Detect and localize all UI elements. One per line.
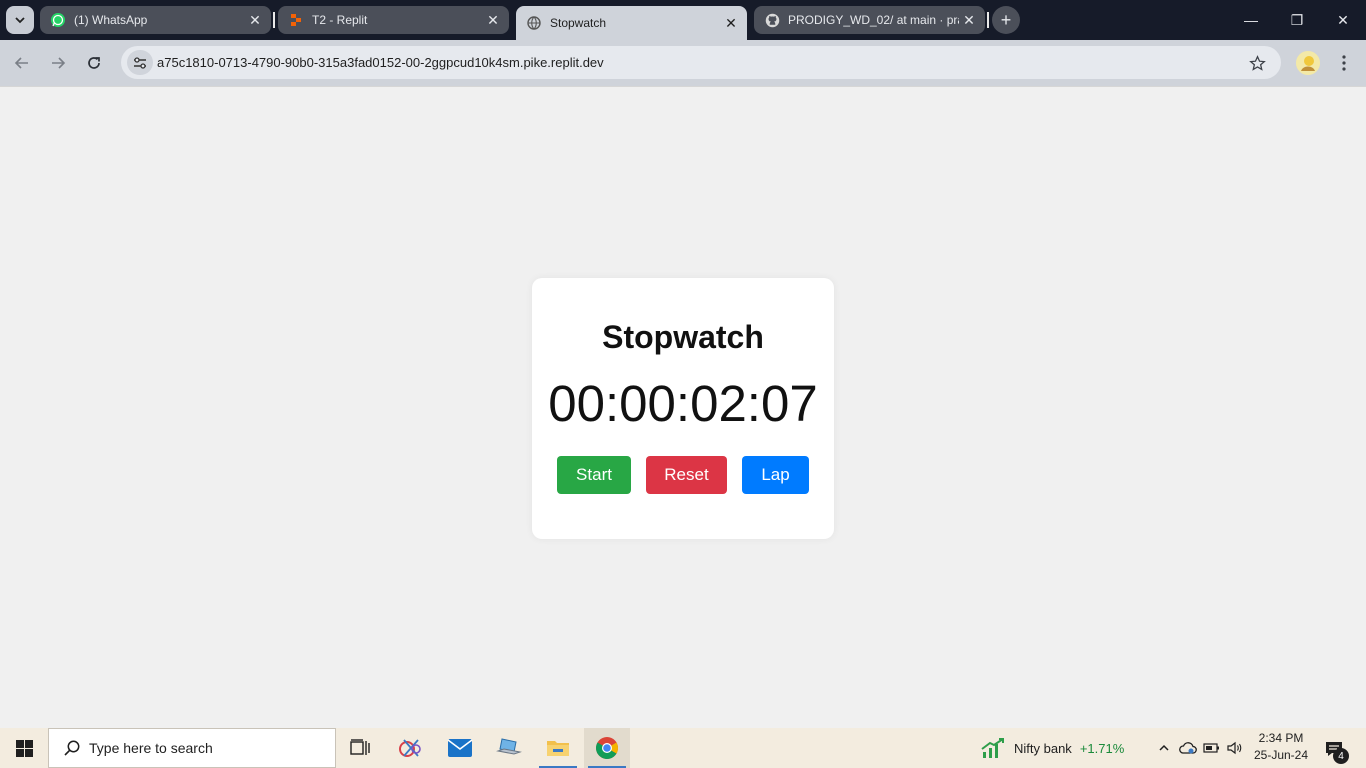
close-icon: ✕ xyxy=(1337,11,1349,28)
taskbar-app-file-explorer[interactable] xyxy=(535,728,581,768)
taskbar-app-laptop[interactable] xyxy=(486,728,532,768)
chevron-down-icon xyxy=(15,17,25,24)
star-icon xyxy=(1248,54,1266,71)
close-tab-icon[interactable]: ✕ xyxy=(245,10,265,30)
start-button[interactable]: Start xyxy=(557,456,631,494)
task-view-button[interactable] xyxy=(337,728,383,768)
search-icon xyxy=(61,737,83,759)
task-view-icon xyxy=(350,739,370,755)
tab-title: Stopwatch xyxy=(550,16,607,30)
battery-icon[interactable] xyxy=(1202,738,1222,758)
laptop-icon xyxy=(496,738,522,755)
restore-icon: ❐ xyxy=(1290,11,1304,28)
tab-whatsapp[interactable]: (1) WhatsApp ✕ xyxy=(40,6,271,34)
github-icon xyxy=(764,12,780,28)
reset-button[interactable]: Reset xyxy=(646,456,727,494)
restore-button[interactable]: ❐ xyxy=(1274,0,1320,40)
reload-button[interactable] xyxy=(80,49,108,77)
taskbar-clock[interactable]: 2:34 PM 25-Jun-24 xyxy=(1248,730,1314,766)
close-tab-icon[interactable]: ✕ xyxy=(483,10,503,30)
url-text[interactable]: a75c1810-0713-4790-90b0-315a3fad0152-00-… xyxy=(157,55,604,70)
new-tab-button[interactable]: + xyxy=(992,6,1020,34)
taskbar: Type here to search Nifty bank +1.71% 2:… xyxy=(0,728,1366,768)
reload-icon xyxy=(88,57,100,69)
tab-replit[interactable]: T2 - Replit ✕ xyxy=(278,6,509,34)
forward-button[interactable] xyxy=(44,49,72,77)
close-window-button[interactable]: ✕ xyxy=(1320,0,1366,40)
tab-title: T2 - Replit xyxy=(312,13,368,27)
tab-strip: (1) WhatsApp ✕ T2 - Replit ✕ Stopwatch ✕… xyxy=(0,0,1366,40)
taskbar-app-mail[interactable] xyxy=(437,728,483,768)
time-display: 00:00:02:07 xyxy=(548,375,818,432)
tab-title: (1) WhatsApp xyxy=(74,13,148,27)
arrow-right-icon xyxy=(52,57,66,69)
widget-change: +1.71% xyxy=(1079,740,1125,756)
cloud-sync-icon[interactable] xyxy=(1178,738,1198,758)
widget-name: Nifty bank xyxy=(1014,740,1072,756)
globe-icon xyxy=(526,15,542,31)
whatsapp-icon xyxy=(50,12,66,28)
taskbar-app-chrome[interactable] xyxy=(584,728,630,768)
show-hidden-icons-button[interactable] xyxy=(1154,738,1174,758)
volume-icon[interactable] xyxy=(1225,738,1245,758)
plus-icon: + xyxy=(1000,9,1012,30)
search-placeholder: Type here to search xyxy=(89,740,213,756)
back-button[interactable] xyxy=(8,49,36,77)
chevron-up-icon xyxy=(1159,744,1169,751)
tab-title: PRODIGY_WD_02/ at main · pra xyxy=(788,13,959,27)
taskbar-app-snipping[interactable] xyxy=(388,728,434,768)
stopwatch-card: Stopwatch 00:00:02:07 Start Reset Lap xyxy=(532,278,834,539)
minimize-button[interactable]: — xyxy=(1228,0,1274,40)
close-tab-icon[interactable]: ✕ xyxy=(721,13,741,33)
browser-menu-button[interactable] xyxy=(1332,49,1356,77)
tab-search-button[interactable] xyxy=(6,6,34,34)
notification-count-badge: 4 xyxy=(1333,748,1349,764)
minimize-icon: — xyxy=(1244,12,1258,28)
mail-icon xyxy=(447,739,473,757)
tune-icon xyxy=(134,56,146,69)
folder-icon xyxy=(547,741,569,756)
close-tab-icon[interactable]: ✕ xyxy=(959,10,979,30)
avatar-icon xyxy=(1296,51,1320,75)
start-button-windows[interactable] xyxy=(0,728,48,768)
page-viewport: Stopwatch 00:00:02:07 Start Reset Lap xyxy=(0,86,1366,728)
chrome-icon xyxy=(596,737,618,759)
windows-logo-icon xyxy=(15,739,33,757)
snipping-tool-icon xyxy=(399,739,421,757)
replit-icon xyxy=(288,12,304,28)
bookmark-star-button[interactable] xyxy=(1247,53,1267,73)
clock-date: 25-Jun-24 xyxy=(1253,748,1309,762)
site-info-button[interactable] xyxy=(127,50,153,75)
lap-button[interactable]: Lap xyxy=(742,456,809,494)
page-title: Stopwatch xyxy=(602,319,764,355)
arrow-left-icon xyxy=(14,57,28,69)
chart-up-icon xyxy=(981,738,1004,758)
more-vert-icon xyxy=(1342,55,1346,71)
tab-separator xyxy=(987,12,989,28)
clock-time: 2:34 PM xyxy=(1258,731,1304,745)
taskbar-search-box[interactable]: Type here to search xyxy=(48,728,336,768)
browser-toolbar: a75c1810-0713-4790-90b0-315a3fad0152-00-… xyxy=(0,40,1366,86)
address-bar[interactable]: a75c1810-0713-4790-90b0-315a3fad0152-00-… xyxy=(121,46,1281,79)
tab-stopwatch[interactable]: Stopwatch ✕ xyxy=(516,6,747,40)
tab-separator xyxy=(273,12,275,28)
profile-avatar[interactable] xyxy=(1296,51,1320,75)
stock-widget[interactable]: Nifty bank +1.71% xyxy=(980,728,1140,768)
tab-github[interactable]: PRODIGY_WD_02/ at main · pra ✕ xyxy=(754,6,985,34)
